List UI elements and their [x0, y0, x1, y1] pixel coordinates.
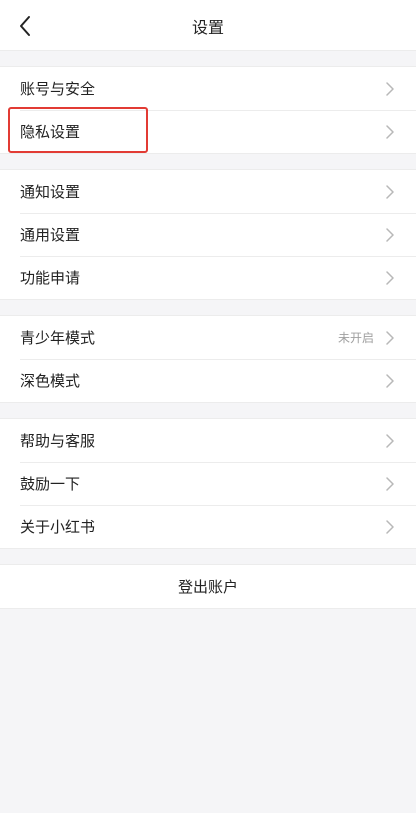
- settings-group-about: 帮助与客服 鼓励一下 关于小红书: [0, 418, 416, 549]
- settings-group-general: 通知设置 通用设置 功能申请: [0, 169, 416, 300]
- settings-item-label: 鼓励一下: [20, 475, 81, 493]
- settings-item-label: 账号与安全: [20, 80, 96, 98]
- settings-item-label: 帮助与客服: [20, 432, 96, 450]
- settings-item-label: 深色模式: [20, 372, 81, 390]
- settings-item-encourage[interactable]: 鼓励一下: [0, 462, 416, 505]
- header: 设置: [0, 0, 416, 51]
- chevron-right-icon: [384, 184, 396, 199]
- settings-item-teen-mode[interactable]: 青少年模式 未开启: [0, 316, 416, 359]
- chevron-right-icon: [384, 270, 396, 285]
- chevron-right-icon: [384, 519, 396, 534]
- chevron-left-icon: [20, 16, 30, 36]
- logout-button[interactable]: 登出账户: [0, 564, 416, 609]
- settings-item-label: 通知设置: [20, 183, 81, 201]
- settings-item-general[interactable]: 通用设置: [0, 213, 416, 256]
- chevron-right-icon: [384, 476, 396, 491]
- page-title: 设置: [191, 18, 224, 37]
- settings-item-label: 隐私设置: [20, 123, 81, 141]
- settings-item-label: 关于小红书: [20, 518, 96, 536]
- settings-item-feature-request[interactable]: 功能申请: [0, 256, 416, 299]
- settings-item-dark-mode[interactable]: 深色模式: [0, 359, 416, 402]
- teen-mode-status: 未开启: [337, 331, 374, 345]
- chevron-right-icon: [384, 227, 396, 242]
- settings-item-about[interactable]: 关于小红书: [0, 505, 416, 548]
- chevron-right-icon: [384, 330, 396, 345]
- chevron-right-icon: [384, 124, 396, 139]
- settings-item-privacy[interactable]: 隐私设置: [0, 110, 416, 153]
- chevron-right-icon: [384, 373, 396, 388]
- settings-item-label: 通用设置: [20, 226, 81, 244]
- settings-group-account: 账号与安全 隐私设置: [0, 66, 416, 154]
- settings-item-notifications[interactable]: 通知设置: [0, 170, 416, 213]
- settings-group-modes: 青少年模式 未开启 深色模式: [0, 315, 416, 403]
- settings-item-label: 功能申请: [20, 269, 81, 287]
- settings-item-account-security[interactable]: 账号与安全: [0, 67, 416, 110]
- settings-item-label: 青少年模式: [20, 329, 96, 347]
- settings-item-help[interactable]: 帮助与客服: [0, 419, 416, 462]
- chevron-right-icon: [384, 81, 396, 96]
- chevron-right-icon: [384, 433, 396, 448]
- back-button[interactable]: [12, 13, 38, 39]
